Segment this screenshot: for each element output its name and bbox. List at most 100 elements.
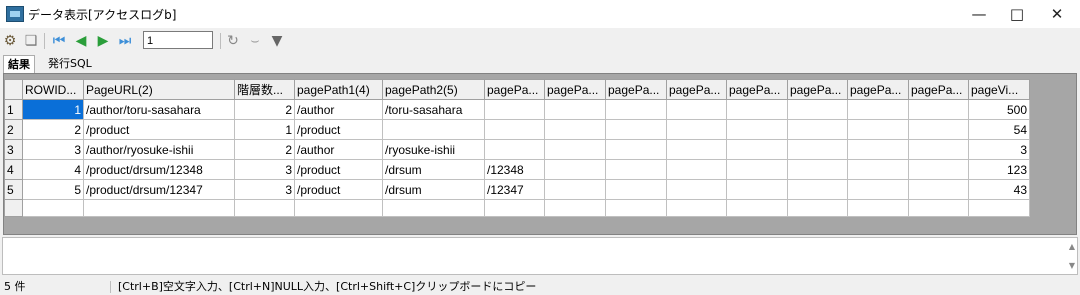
grid-cell[interactable]: /author/toru-sasahara (83, 99, 235, 120)
export-icon[interactable]: ⚙ (1, 32, 19, 50)
column-header[interactable]: ROWID... (22, 79, 84, 100)
grid-cell[interactable] (484, 139, 545, 160)
grid-cell[interactable] (605, 179, 667, 200)
column-header[interactable]: pagePath1(4) (294, 79, 383, 100)
scroll-down-icon[interactable]: ▼ (1069, 261, 1075, 270)
grid-cell[interactable] (666, 119, 727, 140)
grid-cell[interactable] (908, 99, 969, 120)
next-record-icon[interactable]: ▶ (94, 32, 112, 50)
scroll-up-icon[interactable]: ▲ (1069, 242, 1075, 251)
column-header[interactable]: 階層数... (234, 79, 295, 100)
column-header[interactable]: pagePa... (847, 79, 909, 100)
column-header[interactable]: pagePa... (605, 79, 667, 100)
grid-cell[interactable]: 3 (234, 179, 295, 200)
row-number[interactable]: 2 (4, 119, 23, 140)
grid-cell[interactable] (787, 159, 848, 180)
column-header[interactable]: PageURL(2) (83, 79, 235, 100)
grid-cell[interactable] (787, 139, 848, 160)
grid-cell[interactable] (666, 159, 727, 180)
grid-cell[interactable] (726, 139, 788, 160)
copy-icon[interactable]: ❏ (22, 32, 40, 50)
grid-cell[interactable]: 54 (968, 119, 1030, 140)
tab-issued-sql[interactable]: 発行SQL (44, 55, 96, 72)
grid-cell[interactable]: 3 (968, 139, 1030, 160)
table-row[interactable]: 4 4/product/drsum/12348 3/product/drsum/12… (4, 159, 1030, 180)
grid-cell[interactable]: /product/drsum/12347 (83, 179, 235, 200)
grid-cell[interactable] (908, 119, 969, 140)
grid-cell[interactable] (666, 99, 727, 120)
grid-cell[interactable] (847, 139, 909, 160)
filter-icon[interactable]: ▼ (268, 32, 286, 50)
grid-cell[interactable] (605, 99, 667, 120)
grid-cell[interactable]: /12347 (484, 179, 545, 200)
grid-cell[interactable]: 4 (22, 159, 84, 180)
row-number[interactable]: 5 (4, 179, 23, 200)
corner-cell[interactable] (4, 79, 23, 100)
grid-cell[interactable] (544, 159, 606, 180)
column-header[interactable]: pagePa... (726, 79, 788, 100)
column-header[interactable]: pagePath2(5) (382, 79, 485, 100)
detail-text-area[interactable]: ▲ ▼ (2, 237, 1078, 275)
grid-cell[interactable]: 1 (22, 99, 84, 120)
grid-cell[interactable]: /drsum (382, 179, 485, 200)
previous-record-icon[interactable]: ◀ (72, 32, 90, 50)
table-row[interactable]: 2 2/product 1/product 54 (4, 119, 1030, 140)
close-button[interactable]: ✕ (1034, 0, 1080, 28)
grid-cell[interactable] (908, 139, 969, 160)
grid-cell[interactable]: /product (83, 119, 235, 140)
grid-cell[interactable]: 123 (968, 159, 1030, 180)
grid-cell[interactable] (666, 139, 727, 160)
grid-cell[interactable]: 3 (234, 159, 295, 180)
grid-cell[interactable] (787, 99, 848, 120)
grid-cell[interactable]: 5 (22, 179, 84, 200)
grid-cell[interactable]: 43 (968, 179, 1030, 200)
grid-cell[interactable] (847, 119, 909, 140)
grid-cell[interactable] (847, 179, 909, 200)
grid-cell[interactable] (787, 119, 848, 140)
first-record-icon[interactable]: ⏮ (50, 32, 68, 50)
grid-cell[interactable]: /author/ryosuke-ishii (83, 139, 235, 160)
grid-cell[interactable]: /product (294, 159, 383, 180)
data-grid[interactable]: ROWID... PageURL(2) 階層数... pagePath1(4) … (4, 79, 1030, 217)
table-row[interactable]: 1 1/author/toru-sasahara 2/author/toru-sas… (4, 99, 1030, 120)
refresh-icon[interactable]: ↻ (224, 32, 242, 50)
grid-cell[interactable]: /product (294, 119, 383, 140)
column-header[interactable]: pagePa... (787, 79, 848, 100)
grid-cell[interactable]: 1 (234, 119, 295, 140)
grid-cell[interactable] (382, 119, 485, 140)
record-number-input[interactable]: 1 (143, 31, 213, 49)
grid-cell[interactable] (544, 99, 606, 120)
grid-cell[interactable] (484, 99, 545, 120)
last-record-icon[interactable]: ⏭ (116, 32, 134, 50)
grid-cell[interactable] (605, 139, 667, 160)
grid-cell[interactable] (666, 179, 727, 200)
grid-cell[interactable]: /drsum (382, 159, 485, 180)
grid-cell[interactable] (605, 119, 667, 140)
row-number[interactable]: 3 (4, 139, 23, 160)
grid-cell[interactable]: /toru-sasahara (382, 99, 485, 120)
grid-cell[interactable] (908, 179, 969, 200)
grid-cell[interactable]: 2 (22, 119, 84, 140)
column-header[interactable]: pagePa... (908, 79, 969, 100)
tab-result[interactable]: 結果 (3, 55, 35, 73)
grid-cell[interactable] (787, 179, 848, 200)
grid-cell[interactable]: /author (294, 139, 383, 160)
grid-cell[interactable] (847, 99, 909, 120)
grid-cell[interactable] (726, 119, 788, 140)
grid-cell[interactable] (726, 159, 788, 180)
grid-cell[interactable] (726, 179, 788, 200)
grid-cell[interactable] (544, 119, 606, 140)
grid-cell[interactable]: /author (294, 99, 383, 120)
clear-icon[interactable]: ⌣ (246, 32, 264, 50)
grid-cell[interactable]: 2 (234, 99, 295, 120)
column-header[interactable]: pageVi... (968, 79, 1030, 100)
grid-cell[interactable] (726, 99, 788, 120)
grid-cell[interactable] (908, 159, 969, 180)
column-header[interactable]: pagePa... (484, 79, 545, 100)
grid-cell[interactable]: 2 (234, 139, 295, 160)
grid-cell[interactable]: 500 (968, 99, 1030, 120)
table-row[interactable]: 3 3/author/ryosuke-ishii 2/author/ryosuke-… (4, 139, 1030, 160)
grid-cell[interactable]: /12348 (484, 159, 545, 180)
grid-cell[interactable] (544, 139, 606, 160)
grid-cell[interactable] (605, 159, 667, 180)
